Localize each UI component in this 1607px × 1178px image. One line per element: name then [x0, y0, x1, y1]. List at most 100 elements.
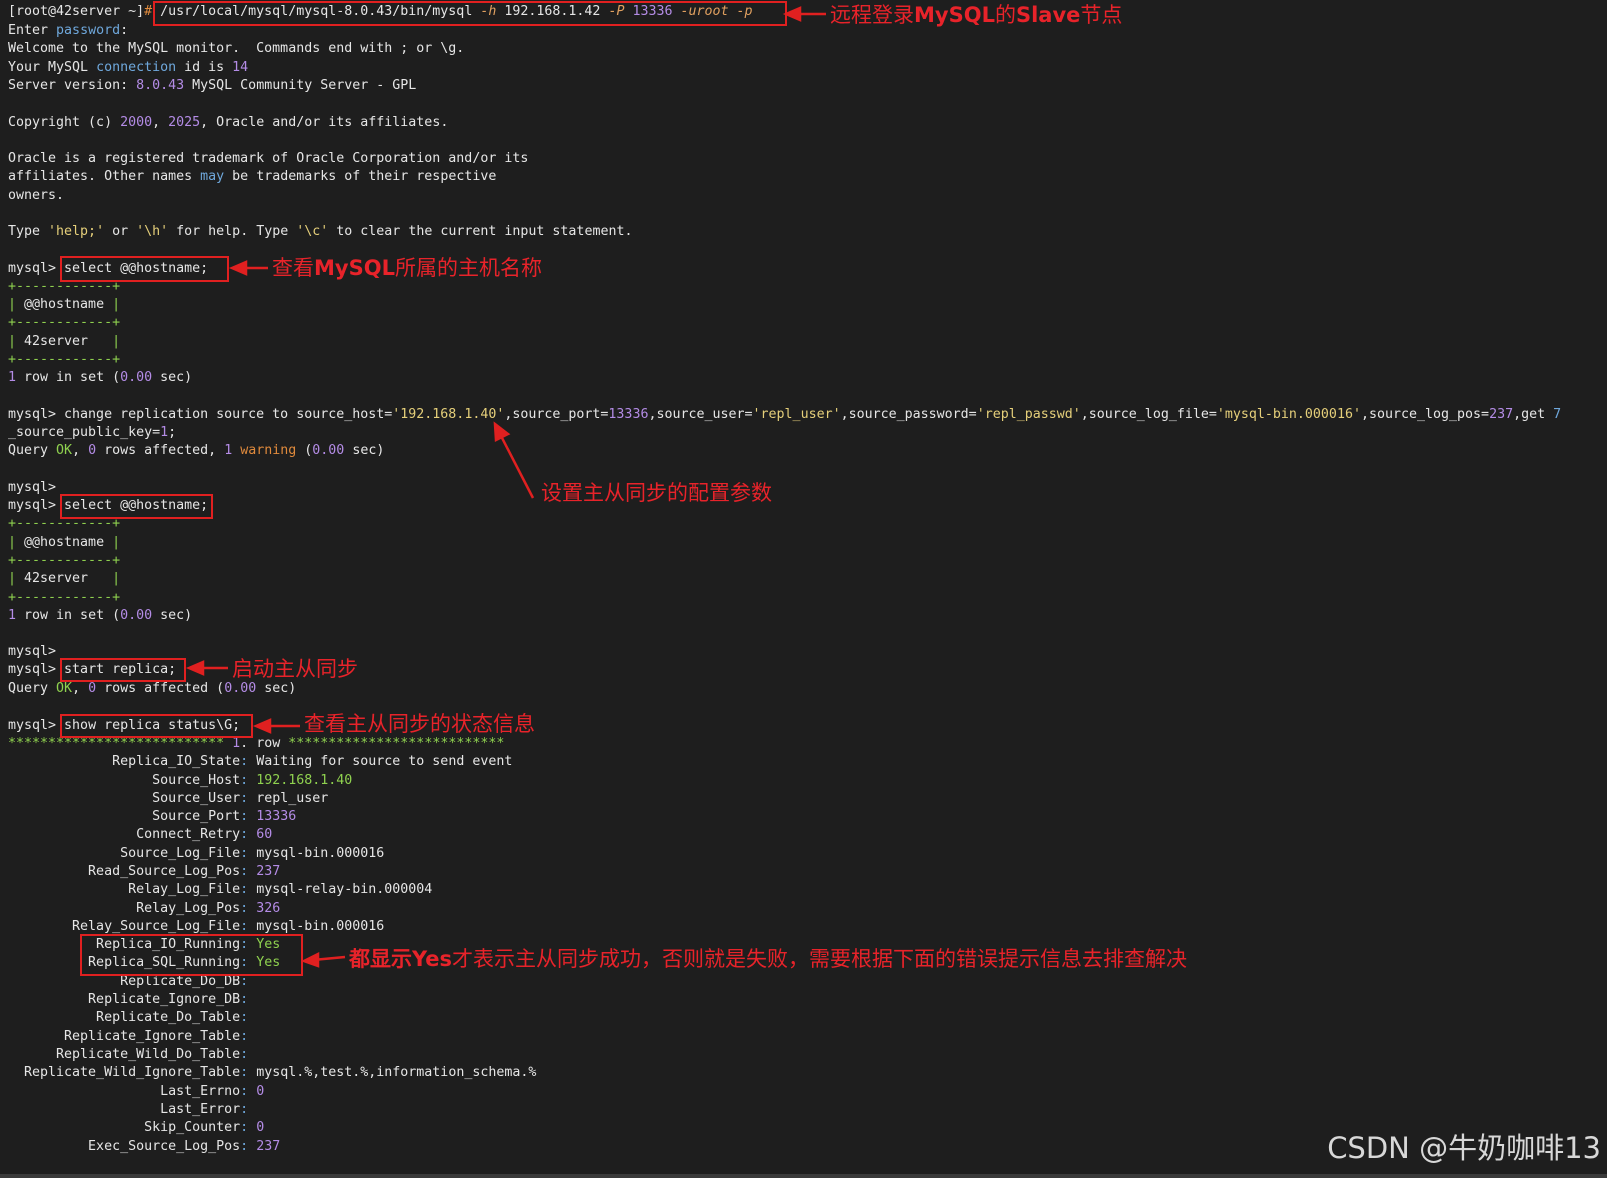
terminal-text: 42server [24, 334, 113, 349]
terminal-text: : [240, 1102, 249, 1117]
terminal-text: 'help;' [48, 224, 105, 239]
terminal-text: warning [240, 443, 297, 458]
terminal-line: Source_Log_File: mysql-bin.000016 [8, 845, 384, 863]
terminal-text: | [112, 334, 121, 349]
highlight-start-replica [60, 658, 186, 682]
terminal-text: id is [176, 60, 233, 75]
terminal-text: 42server [24, 571, 113, 586]
terminal-text: Replicate_Ignore_Table [8, 1029, 241, 1044]
terminal-line: Relay_Log_File: mysql-relay-bin.000004 [8, 881, 432, 899]
terminal-text: sec) [152, 608, 193, 623]
terminal-text: , [152, 115, 169, 130]
terminal-line: +------------+ [8, 552, 120, 570]
terminal-text: 2000 [120, 115, 153, 130]
terminal-text: 13336 [608, 407, 649, 422]
annotation-remote-login: 远程登录MySQL的Slave节点 [830, 3, 1123, 27]
terminal-text: 326 [256, 901, 281, 916]
terminal-text: | [8, 571, 25, 586]
terminal-text: 0.00 [312, 443, 345, 458]
terminal-text: OK [56, 443, 73, 458]
terminal-line: mysql> [8, 479, 56, 497]
terminal-text: : [240, 846, 257, 861]
terminal-text: , [72, 443, 89, 458]
terminal-text: 'repl_user' [752, 407, 841, 422]
terminal-line: Replicate_Ignore_DB: [8, 991, 248, 1009]
terminal-text: 0 [88, 443, 97, 458]
terminal-text: Waiting for source to send event [256, 754, 513, 769]
terminal-text: @@hostname [24, 535, 113, 550]
terminal-line: Query OK, 0 rows affected, 1 warning (0.… [8, 442, 384, 460]
terminal-line: Relay_Log_Pos: 326 [8, 900, 280, 918]
terminal-text: Last_Error [8, 1102, 241, 1117]
terminal-line: Your MySQL connection id is 14 [8, 59, 248, 77]
annotation-hostname: 查看MySQL所属的主机名称 [272, 256, 542, 280]
terminal-text: repl_user [256, 791, 329, 806]
terminal-text: MySQL Community Server - GPL [184, 78, 417, 93]
terminal-text: may [200, 169, 225, 184]
terminal-text: be trademarks of their respective [224, 169, 497, 184]
terminal-text: *************************** [8, 736, 233, 751]
terminal-text: : [120, 23, 129, 38]
terminal-line: Replicate_Ignore_Table: [8, 1028, 248, 1046]
terminal-text: row in set ( [16, 370, 121, 385]
csdn-watermark: CSDN @牛奶咖啡13 [1327, 1131, 1601, 1165]
terminal-text: *************************** [280, 736, 505, 751]
terminal-text: Query [8, 443, 57, 458]
terminal-text: +------------+ [8, 315, 121, 330]
terminal-line: | 42server | [8, 570, 120, 588]
terminal-line: Replicate_Wild_Ignore_Table: mysql.%,tes… [8, 1064, 536, 1082]
terminal-text: 192.168.1.40 [256, 773, 353, 788]
terminal-text: : [240, 992, 249, 1007]
terminal-text: mysql> [8, 261, 65, 276]
annotation-config-params: 设置主从同步的配置参数 [541, 481, 772, 505]
terminal-text: Exec_Source_Log_Pos [8, 1139, 241, 1154]
terminal-text: 'mysql-bin.000016' [1216, 407, 1361, 422]
terminal-line: | @@hostname | [8, 296, 120, 314]
terminal-text: mysql.%,test.%,information_schema.% [256, 1065, 537, 1080]
terminal-text: '\c' [296, 224, 329, 239]
terminal-text: Type [8, 224, 49, 239]
terminal-text: : [240, 1010, 249, 1025]
terminal-text: Replicate_Do_Table [8, 1010, 241, 1025]
terminal-text: Server version: [8, 78, 137, 93]
terminal-text: 0.00 [120, 608, 153, 623]
terminal-text: ,source_log_pos= [1360, 407, 1490, 422]
terminal-text: Copyright (c) [8, 115, 121, 130]
terminal-text: | [8, 535, 25, 550]
terminal-text: , [72, 681, 89, 696]
terminal-text: mysql-bin.000016 [256, 846, 385, 861]
annotation-running-yes: 都显示Yes才表示主从同步成功，否则就是失败，需要根据下面的错误提示信息去排查解… [349, 947, 1188, 971]
terminal-text: ,source_port= [504, 407, 609, 422]
highlight-select-hostname-1 [60, 256, 229, 282]
terminal-text: mysql> [8, 498, 65, 513]
terminal-window[interactable]: [root@42server ~]# /usr/local/mysql/mysq… [0, 0, 1607, 1178]
terminal-text: 0.00 [224, 681, 257, 696]
terminal-text: affiliates. Other names [8, 169, 201, 184]
terminal-text: : [240, 901, 257, 916]
terminal-text: 1 [232, 736, 241, 751]
highlight-login-command [153, 1, 787, 26]
terminal-text: OK [56, 681, 73, 696]
terminal-line: Skip_Counter: 0 [8, 1119, 264, 1137]
terminal-text: : [240, 1084, 257, 1099]
terminal-text: owners. [8, 188, 65, 203]
terminal-text: +------------+ [8, 352, 121, 367]
terminal-text: connection [96, 60, 177, 75]
terminal-text: : [240, 864, 257, 879]
terminal-text: Source_Port [8, 809, 241, 824]
terminal-text: ,source_password= [840, 407, 977, 422]
terminal-text: [root@42server ~] [8, 4, 145, 19]
terminal-text: Replica_IO_State [8, 754, 241, 769]
terminal-line: Connect_Retry: 60 [8, 826, 272, 844]
terminal-text: Your MySQL [8, 60, 97, 75]
terminal-text: : [240, 827, 257, 842]
terminal-text: rows affected ( [96, 681, 225, 696]
terminal-text: : [240, 773, 257, 788]
terminal-text: mysql> [8, 480, 57, 495]
terminal-text: Query [8, 681, 57, 696]
terminal-text: Source_User [8, 791, 241, 806]
terminal-text: '\h' [136, 224, 169, 239]
terminal-text: 237 [256, 864, 281, 879]
terminal-text: : [240, 791, 257, 806]
terminal-text: ,get [1513, 407, 1554, 422]
